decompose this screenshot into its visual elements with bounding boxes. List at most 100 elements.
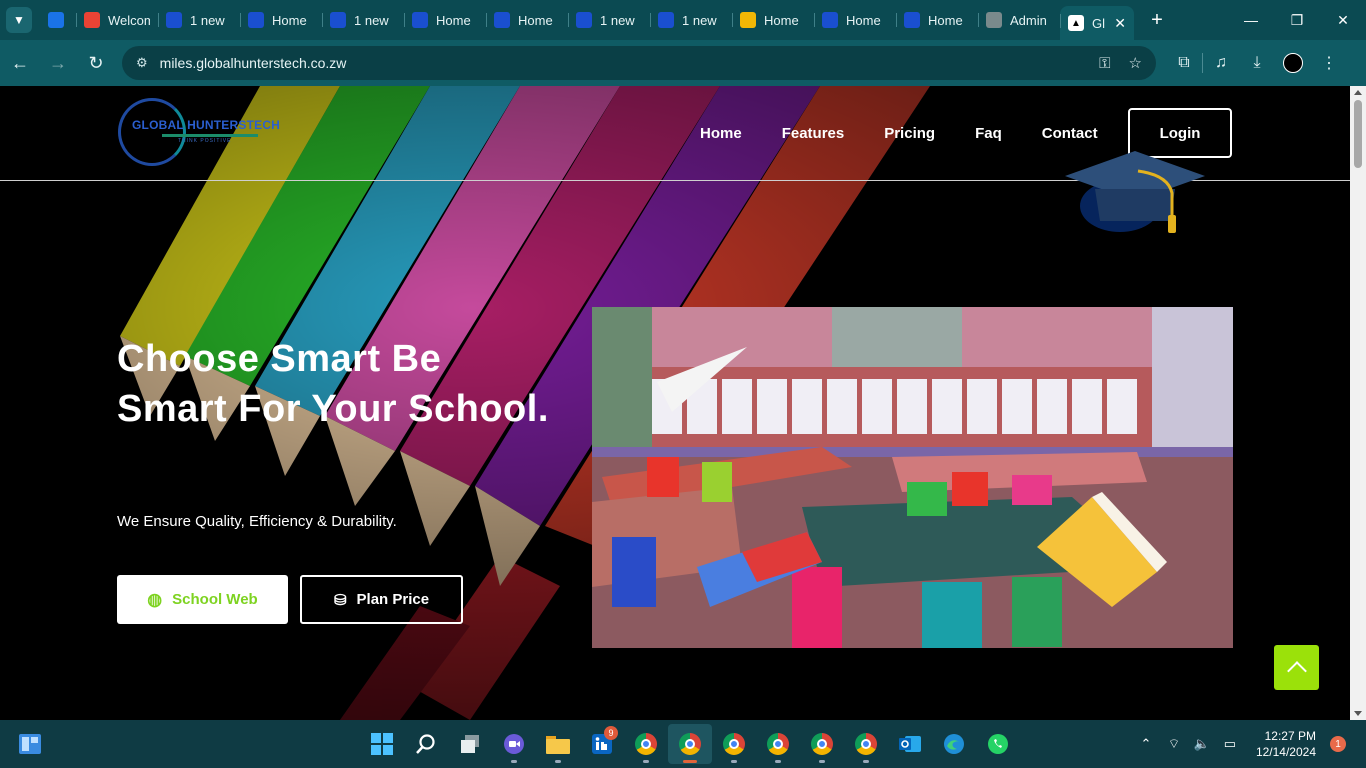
site-icon — [248, 12, 264, 28]
chrome-icon — [811, 733, 833, 755]
site-icon — [494, 12, 510, 28]
scroll-up-icon[interactable] — [1354, 90, 1362, 95]
profile-avatar[interactable] — [1283, 53, 1303, 73]
folder-icon — [546, 736, 570, 754]
chrome-app-5[interactable] — [800, 724, 844, 764]
chrome-icon — [855, 733, 877, 755]
tab-list: Welcome 1 new Home 1 new Home Home 1 new 1 new H… — [40, 0, 1134, 40]
forward-button[interactable]: → — [40, 45, 76, 81]
main-nav: Home Features Pricing Faq Contact — [680, 108, 1118, 158]
site-logo[interactable]: GLOBAL HUNTERSTECH THINK POSITIVE — [118, 98, 280, 168]
outlook-app[interactable] — [888, 724, 932, 764]
yellow-site-icon — [740, 12, 756, 28]
whatsapp-icon — [988, 734, 1008, 754]
nav-link-contact[interactable]: Contact — [1042, 125, 1098, 142]
tab-label: Home — [436, 12, 471, 28]
whatsapp-app[interactable] — [976, 724, 1020, 764]
hero-title: Choose Smart Be Smart For Your School. — [117, 338, 549, 430]
site-icon — [904, 12, 920, 28]
download-icon[interactable]: ⤓ — [1239, 45, 1275, 81]
chrome-app-6[interactable] — [844, 724, 888, 764]
browser-tab[interactable]: 1 new — [322, 5, 404, 35]
search-button[interactable] — [404, 724, 448, 764]
page-viewport: GLOBAL HUNTERSTECH THINK POSITIVE Home Fe… — [0, 86, 1350, 720]
school-web-label: School Web — [172, 591, 258, 608]
globe-icon: ◍ — [147, 589, 163, 609]
chrome-icon — [679, 733, 701, 755]
coins-icon: ⛁ — [333, 591, 347, 609]
clock[interactable]: 12:27 PM 12/14/2024 — [1256, 728, 1316, 760]
clock-time: 12:27 PM — [1264, 729, 1316, 743]
browser-tab[interactable] — [40, 5, 76, 35]
linkedin-badge: 9 — [604, 726, 618, 740]
running-indicator — [731, 760, 737, 763]
site-icon — [822, 12, 838, 28]
tab-label: Gl — [1092, 15, 1105, 31]
browser-tab-active[interactable]: ▲ Gl ✕ — [1060, 6, 1134, 40]
chrome-app-2[interactable] — [668, 724, 712, 764]
logo-underline — [162, 134, 258, 137]
browser-tab[interactable]: 1 new — [158, 5, 240, 35]
close-tab-icon[interactable]: ✕ — [1114, 15, 1126, 32]
reload-icon: ↻ — [88, 52, 104, 73]
browser-tab[interactable]: Home — [896, 5, 978, 35]
close-window-button[interactable]: ✕ — [1320, 0, 1366, 40]
linkedin-app[interactable]: 9 — [580, 724, 624, 764]
page-scrollbar[interactable] — [1350, 86, 1366, 720]
nav-link-pricing[interactable]: Pricing — [884, 125, 935, 142]
browser-tab[interactable]: Home — [732, 5, 814, 35]
task-view-button[interactable] — [448, 724, 492, 764]
key-icon[interactable]: ⚿ — [1099, 55, 1110, 72]
url-text[interactable]: miles.globalhunterstech.co.zw — [160, 55, 1081, 71]
browser-tab[interactable]: 1 new — [650, 5, 732, 35]
start-button[interactable] — [360, 724, 404, 764]
back-to-top-button[interactable] — [1274, 645, 1319, 690]
notification-badge[interactable]: 1 — [1330, 736, 1346, 752]
running-indicator — [643, 760, 649, 763]
address-bar[interactable]: ⚙ miles.globalhunterstech.co.zw ⚿ ☆ — [122, 46, 1156, 80]
edge-app[interactable] — [932, 724, 976, 764]
chrome-app-1[interactable] — [624, 724, 668, 764]
chevron-up-icon[interactable]: ⌃ — [1134, 736, 1158, 752]
browser-tab[interactable]: Home — [404, 5, 486, 35]
reload-button[interactable]: ↻ — [78, 45, 114, 81]
chrome-app-4[interactable] — [756, 724, 800, 764]
browser-tab[interactable]: Home — [486, 5, 568, 35]
scroll-down-icon[interactable] — [1354, 711, 1362, 716]
scrollbar-thumb[interactable] — [1354, 100, 1362, 168]
tab-label: 1 new — [600, 12, 635, 28]
chrome-app-3[interactable] — [712, 724, 756, 764]
windows-taskbar: 9 ⌃ ⌔ 🔈 ▭ 12:27 PM 12/14/2024 1 — [0, 720, 1366, 768]
nav-link-features[interactable]: Features — [782, 125, 845, 142]
tab-search-button[interactable]: ▼ — [6, 7, 32, 33]
bookmark-star-icon[interactable]: ☆ — [1129, 54, 1142, 72]
running-indicator — [555, 760, 561, 763]
browser-tab[interactable]: Home — [240, 5, 322, 35]
browser-tab[interactable]: Admin — [978, 5, 1060, 35]
restore-button[interactable]: ❐ — [1274, 0, 1320, 40]
battery-icon[interactable]: ▭ — [1218, 736, 1242, 752]
browser-tab[interactable]: Welcome — [76, 5, 158, 35]
site-info-icon[interactable]: ⚙ — [136, 55, 148, 71]
nav-link-faq[interactable]: Faq — [975, 125, 1002, 142]
school-web-button[interactable]: ◍ School Web — [117, 575, 288, 624]
meet-app[interactable] — [492, 724, 536, 764]
nav-link-home[interactable]: Home — [700, 125, 742, 142]
widgets-icon[interactable] — [18, 732, 42, 756]
back-button[interactable]: ← — [2, 45, 38, 81]
plan-price-button[interactable]: ⛁ Plan Price — [300, 575, 463, 624]
site-icon — [166, 12, 182, 28]
browser-tab[interactable]: 1 new — [568, 5, 650, 35]
kebab-menu-icon[interactable]: ⋮ — [1311, 45, 1347, 81]
site-icon — [412, 12, 428, 28]
browser-tab-strip: ▼ Welcome 1 new Home 1 new Home Home 1 new 1 ne… — [0, 0, 1366, 40]
file-explorer-app[interactable] — [536, 724, 580, 764]
browser-tab[interactable]: Home — [814, 5, 896, 35]
minimize-button[interactable]: — — [1228, 0, 1274, 40]
new-tab-button[interactable]: + — [1142, 9, 1172, 32]
wifi-icon[interactable]: ⌔ — [1162, 736, 1186, 752]
volume-icon[interactable]: 🔈 — [1190, 736, 1214, 752]
extensions-icon[interactable]: ⧉ — [1166, 45, 1202, 81]
media-control-icon[interactable]: ♫ — [1203, 45, 1239, 81]
window-controls: — ❐ ✕ — [1228, 0, 1366, 40]
